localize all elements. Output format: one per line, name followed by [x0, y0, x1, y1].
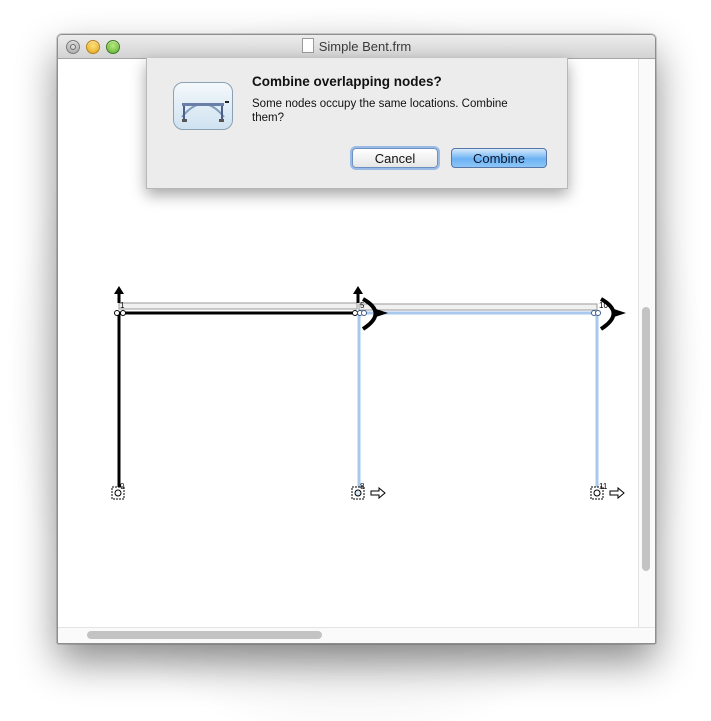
dialog-title: Combine overlapping nodes? [252, 74, 442, 89]
combine-nodes-dialog: Combine overlapping nodes? Some nodes oc… [146, 58, 568, 189]
document-icon [301, 38, 314, 53]
load-arrow-node-11 [609, 486, 625, 500]
node-label-0: 0 [120, 482, 125, 491]
node-label-1: 1 [120, 301, 125, 310]
node-label-8: 8 [360, 482, 365, 491]
beam-load-bar-right [358, 303, 598, 311]
window-title: Simple Bent.frm [58, 35, 655, 58]
combine-button[interactable]: Combine [451, 148, 547, 168]
node-label-5: 5 [360, 301, 365, 310]
beam-load-bar-left [118, 302, 358, 310]
zoom-window-button[interactable] [106, 40, 120, 54]
minimize-window-button[interactable] [86, 40, 100, 54]
node-10[interactable] [591, 310, 601, 316]
vertical-scroll-thumb[interactable] [642, 307, 650, 571]
node-label-10: 10 [599, 301, 608, 310]
app-icon [173, 82, 233, 130]
dialog-message: Some nodes occupy the same locations. Co… [252, 98, 508, 124]
title-bar[interactable]: Simple Bent.frm [58, 35, 655, 59]
cancel-button[interactable]: Cancel [352, 148, 438, 168]
load-arrow-node-8 [370, 486, 386, 500]
close-window-button[interactable] [66, 40, 80, 54]
node-5[interactable] [352, 310, 367, 316]
horizontal-scroll-thumb[interactable] [87, 631, 322, 639]
node-label-11: 11 [599, 482, 608, 491]
window-title-text: Simple Bent.frm [318, 39, 412, 54]
